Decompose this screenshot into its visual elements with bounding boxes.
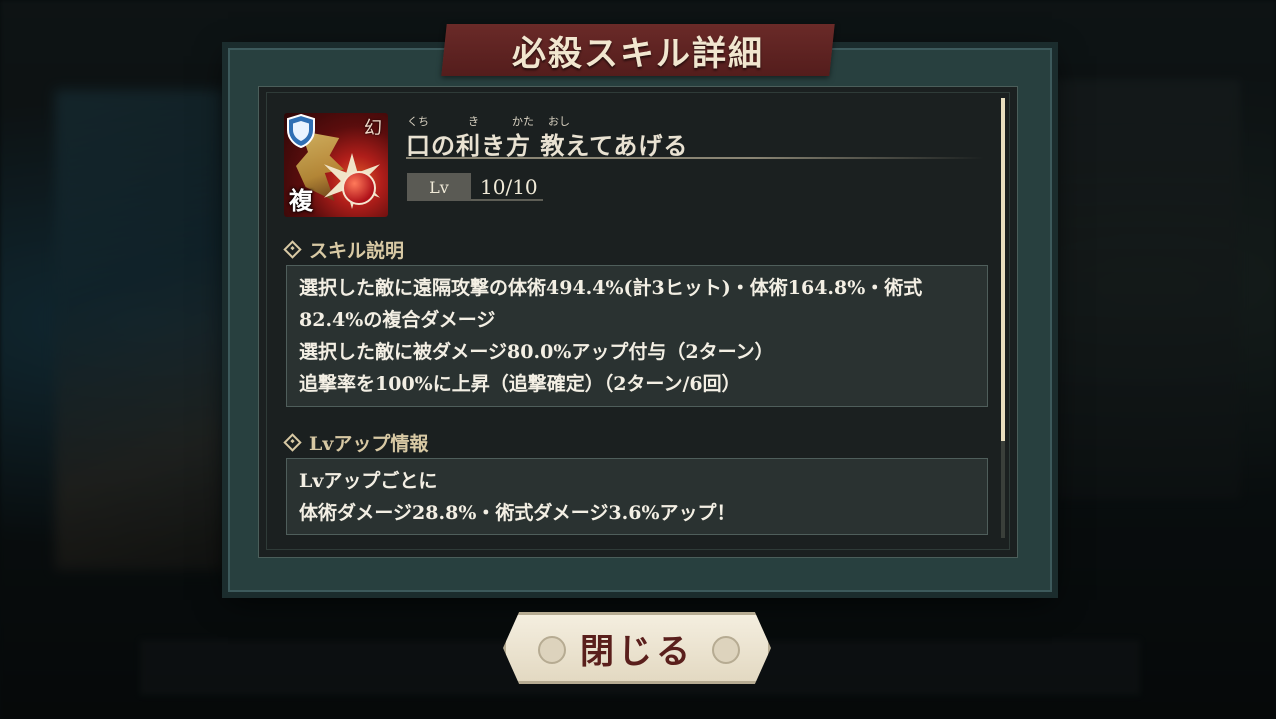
skill-corner-mark: 幻: [364, 118, 382, 139]
description-header-label: スキル説明: [309, 240, 405, 262]
close-button-ornament-icon: [538, 636, 566, 664]
shield-icon: [287, 114, 315, 148]
scrollbar-thumb[interactable]: [1001, 98, 1005, 441]
close-button-label: 閉じる: [580, 631, 694, 672]
description-line: 選択した敵に被ダメージ80.0%アップ付与（2ターン）: [299, 341, 774, 363]
diamond-icon: [283, 240, 302, 259]
dialog-title: 必殺スキル詳細: [512, 33, 764, 74]
levelup-box: Lvアップごとに 体術ダメージ28.8%・術式ダメージ3.6%アップ！: [286, 458, 988, 535]
level-value: 10/10: [480, 175, 538, 199]
levelup-line: 体術ダメージ28.8%・術式ダメージ3.6%アップ！: [299, 502, 736, 524]
skill-name: 口の利き方 教えてあげる: [406, 131, 689, 160]
level-divider: [471, 199, 543, 201]
level-label: Lv: [407, 173, 471, 201]
close-button-ornament-icon: [712, 636, 740, 664]
description-header: スキル説明: [283, 236, 405, 263]
composite-badge: 複: [289, 185, 313, 215]
description-box: 選択した敵に遠隔攻撃の体術494.4%(計3ヒット)・体術164.8%・術式 8…: [286, 265, 988, 407]
description-line: 82.4%の複合ダメージ: [299, 309, 496, 331]
description-line: 追撃率を100%に上昇（追撃確定）（2ターン/6回）: [299, 373, 741, 395]
levelup-header-label: Lvアップ情報: [309, 433, 429, 455]
description-line: 選択した敵に遠隔攻撃の体術494.4%(計3ヒット)・体術164.8%・術式: [299, 277, 923, 299]
orb-icon: [342, 171, 376, 205]
diamond-icon: [283, 433, 302, 452]
levelup-line: Lvアップごとに: [299, 470, 438, 492]
levelup-header: Lvアップ情報: [283, 429, 429, 456]
name-divider: [406, 157, 984, 159]
